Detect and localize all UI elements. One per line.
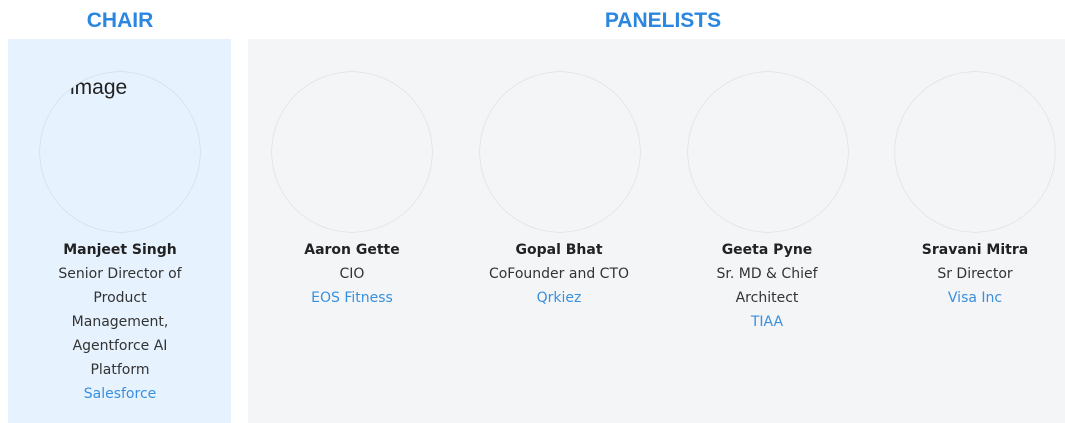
panelist-title-line: Sr Director bbox=[937, 266, 1013, 282]
chair-info: Manjeet Singh Senior Director of Product… bbox=[30, 238, 210, 406]
panelist-photo bbox=[688, 72, 848, 232]
panelist-company-link[interactable]: EOS Fitness bbox=[262, 286, 442, 310]
panelist-photo bbox=[480, 72, 640, 232]
panelist-name: Gopal Bhat bbox=[515, 242, 603, 258]
panelist-name: Aaron Gette bbox=[304, 242, 400, 258]
panelist-photo bbox=[895, 72, 1055, 232]
chair-photo-alt-text: Chair image bbox=[40, 76, 128, 99]
chair-title-line: Product bbox=[93, 290, 147, 306]
chair-heading: CHAIR bbox=[86, 9, 154, 32]
chair-title-line: Platform bbox=[90, 362, 150, 378]
panelist-company-link[interactable]: Visa Inc bbox=[885, 286, 1065, 310]
chair-title-line: Agentforce AI bbox=[72, 338, 168, 354]
panelist-title-line: Architect bbox=[735, 290, 799, 306]
chair-company-link[interactable]: Salesforce bbox=[30, 382, 210, 406]
panelist-title-line: CoFounder and CTO bbox=[488, 266, 630, 282]
chair-name: Manjeet Singh bbox=[63, 242, 177, 258]
chair-title-line: Management, bbox=[71, 314, 169, 330]
panelists-heading: PANELISTS bbox=[604, 9, 722, 32]
panelist-info: Sravani Mitra Sr Director Visa Inc bbox=[885, 238, 1065, 310]
panelist-title-line: Sr. MD & Chief bbox=[716, 266, 818, 282]
panelist-name: Sravani Mitra bbox=[921, 242, 1029, 258]
panelist-info: Geeta Pyne Sr. MD & Chief Architect TIAA bbox=[677, 238, 857, 334]
panelist-name: Geeta Pyne bbox=[721, 242, 813, 258]
chair-photo: Chair image bbox=[40, 72, 200, 232]
panelist-company-link[interactable]: Qrkiez bbox=[469, 286, 649, 310]
panelist-info: Gopal Bhat CoFounder and CTO Qrkiez bbox=[469, 238, 649, 310]
panelist-photo bbox=[272, 72, 432, 232]
panelist-info: Aaron Gette CIO EOS Fitness bbox=[262, 238, 442, 310]
panelist-title-line: CIO bbox=[339, 266, 365, 282]
panelist-company-link[interactable]: TIAA bbox=[677, 310, 857, 334]
chair-title-line: Senior Director of bbox=[58, 266, 182, 282]
speakers-section: CHAIR PANELISTS Chair image Manjeet Sing… bbox=[0, 0, 1065, 423]
